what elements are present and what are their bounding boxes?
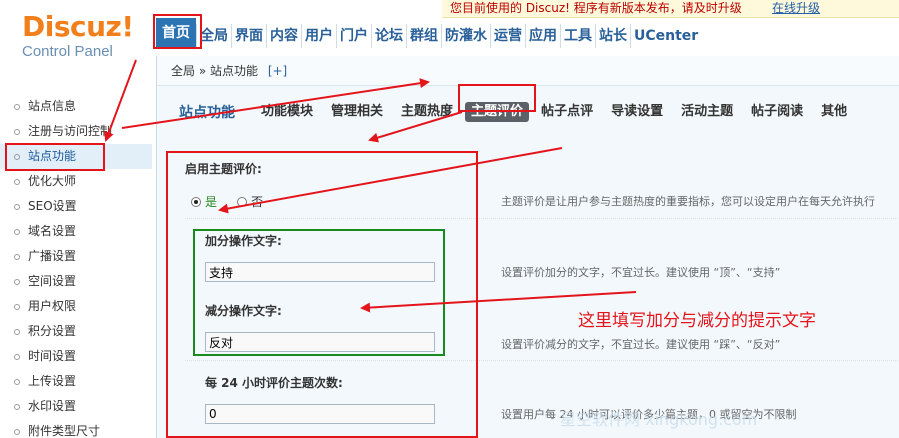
tab-guide-settings[interactable]: 导读设置 — [611, 102, 663, 122]
enable-rating-tip: 主题评价是让用户参与主题热度的重要指标，您可以设定用户在每天允许执行 — [501, 195, 875, 208]
nav-ucenter[interactable]: UCenter — [630, 24, 701, 48]
breadcrumb-path: 全局 » 站点功能 — [171, 64, 258, 78]
nav-interface[interactable]: 界面 — [231, 24, 266, 48]
sidebar-item-optimizer[interactable]: 优化大师 — [0, 169, 156, 194]
nav-portal[interactable]: 门户 — [336, 24, 371, 48]
sidebar-item-site-info[interactable]: 站点信息 — [0, 94, 156, 119]
annotation-box-site-features — [5, 143, 105, 171]
nav-apps[interactable]: 应用 — [525, 24, 560, 48]
logo-brand: Discuz! — [22, 10, 134, 43]
sidebar-item-domain[interactable]: 域名设置 — [0, 219, 156, 244]
annotation-caption: 这里填写加分与减分的提示文字 — [578, 311, 816, 331]
section-title: 站点功能 — [179, 105, 235, 121]
sidebar-item-register-access[interactable]: 注册与访问控制 — [0, 119, 156, 144]
tab-post-comment[interactable]: 帖子点评 — [541, 102, 593, 122]
top-navigation: 首页 全局 界面 内容 用户 门户 论坛 群组 防灌水 运营 应用 工具 站长 … — [156, 18, 701, 48]
annotation-box-text-fields — [193, 229, 445, 356]
tab-thread-heat[interactable]: 主题热度 — [401, 102, 453, 122]
upgrade-notice: 您目前使用的 Discuz! 程序有新版本发布，请及时升级 在线升级 — [442, 0, 899, 18]
sidebar: 站点信息 注册与访问控制 站点功能 优化大师 SEO设置 域名设置 广播设置 空… — [0, 56, 156, 438]
sidebar-item-credits[interactable]: 积分设置 — [0, 319, 156, 344]
nav-content[interactable]: 内容 — [266, 24, 301, 48]
nav-users[interactable]: 用户 — [301, 24, 336, 48]
nav-anti-spam[interactable]: 防灌水 — [441, 24, 490, 48]
discuz-logo[interactable]: Discuz! Control Panel — [22, 12, 152, 60]
sidebar-item-seo[interactable]: SEO设置 — [0, 194, 156, 219]
sidebar-item-space[interactable]: 空间设置 — [0, 269, 156, 294]
plus-text-tip: 设置评价加分的文字，不宜过长。建议使用 “顶”、“支持” — [501, 266, 781, 279]
nav-operations[interactable]: 运营 — [490, 24, 525, 48]
tab-other[interactable]: 其他 — [821, 102, 847, 122]
sidebar-item-attachment-types[interactable]: 附件类型尺寸 — [0, 419, 156, 438]
sidebar-item-permissions[interactable]: 用户权限 — [0, 294, 156, 319]
nav-groups[interactable]: 群组 — [406, 24, 441, 48]
tab-management[interactable]: 管理相关 — [331, 102, 383, 122]
notice-text: 您目前使用的 Discuz! 程序有新版本发布，请及时升级 — [450, 1, 742, 15]
minus-text-tip: 设置评价减分的文字，不宜过长。建议使用 “踩”、“反对” — [501, 338, 781, 351]
sidebar-item-time[interactable]: 时间设置 — [0, 344, 156, 369]
watermark: 星空软件网 xingkong.com — [560, 410, 758, 429]
sidebar-item-watermark[interactable]: 水印设置 — [0, 394, 156, 419]
add-shortcut-button[interactable]: [+] — [268, 64, 287, 78]
annotation-box-home-nav — [153, 14, 202, 49]
annotation-box-rating-tab — [458, 84, 536, 112]
tab-post-reading[interactable]: 帖子阅读 — [751, 102, 803, 122]
nav-tools[interactable]: 工具 — [560, 24, 595, 48]
header: Discuz! Control Panel 您目前使用的 Discuz! 程序有… — [0, 0, 899, 60]
tab-feature-modules[interactable]: 功能模块 — [261, 102, 313, 122]
nav-forum[interactable]: 论坛 — [371, 24, 406, 48]
online-upgrade-link[interactable]: 在线升级 — [772, 0, 820, 17]
tab-activity-thread[interactable]: 活动主题 — [681, 102, 733, 122]
nav-admin[interactable]: 站长 — [595, 24, 630, 48]
breadcrumb: 全局 » 站点功能 [+] — [157, 56, 899, 86]
sidebar-item-broadcast[interactable]: 广播设置 — [0, 244, 156, 269]
sidebar-item-upload[interactable]: 上传设置 — [0, 369, 156, 394]
